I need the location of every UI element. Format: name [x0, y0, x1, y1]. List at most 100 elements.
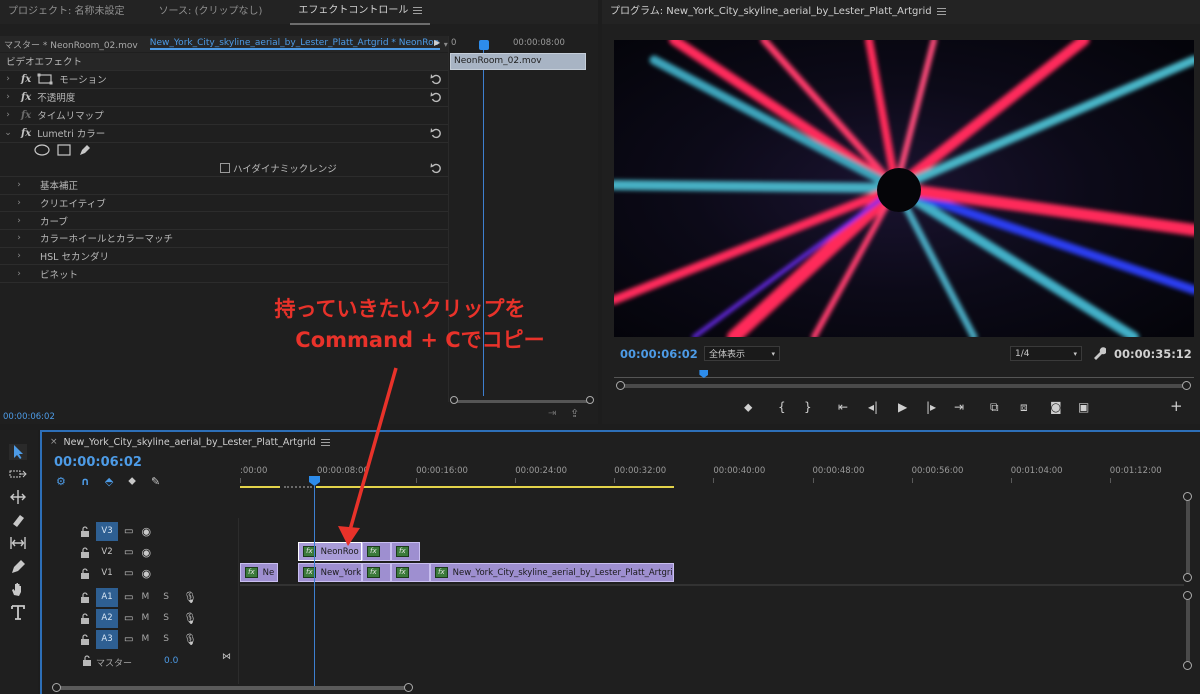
- wrench-icon[interactable]: ✎: [151, 475, 160, 488]
- compare-view-icon[interactable]: ▣: [1078, 400, 1089, 414]
- mute-button[interactable]: M: [141, 613, 149, 623]
- camera-icon[interactable]: ◙: [1050, 400, 1062, 414]
- timeline-v-scrollbar-audio[interactable]: [1186, 596, 1190, 666]
- reset-icon[interactable]: [430, 73, 442, 85]
- step-back-icon[interactable]: ◂|: [868, 400, 878, 414]
- snap-magnet-icon[interactable]: ∩: [81, 475, 90, 488]
- mini-clip-bar[interactable]: NeonRoom_02.mov: [450, 53, 586, 70]
- lock-icon[interactable]: [82, 655, 92, 666]
- solo-button[interactable]: S: [163, 634, 169, 644]
- lumetri-section-row[interactable]: › 基本補正: [0, 177, 448, 195]
- nest-toggle-icon[interactable]: ⚙: [56, 475, 66, 488]
- microphone-icon[interactable]: 🎙: [183, 612, 197, 625]
- work-area-bar[interactable]: [240, 486, 280, 488]
- lock-icon[interactable]: [80, 546, 90, 558]
- effect-row-time-remap[interactable]: › fx タイムリマップ: [0, 107, 448, 125]
- mark-in-icon[interactable]: {: [778, 400, 786, 414]
- program-timecode[interactable]: 00:00:06:02: [620, 347, 698, 361]
- eye-icon[interactable]: ◉: [141, 546, 151, 559]
- play-only-icon[interactable]: ▶: [434, 38, 440, 47]
- microphone-icon[interactable]: 🎙: [183, 633, 197, 646]
- add-button-icon[interactable]: +: [1170, 397, 1183, 415]
- track-target-v1[interactable]: V1: [96, 564, 118, 583]
- sync-lock-icon[interactable]: ▭: [124, 592, 133, 603]
- scroll-handle-left[interactable]: [616, 381, 625, 390]
- effect-row-opacity[interactable]: › fx 不透明度: [0, 89, 448, 107]
- pen-tool-icon[interactable]: [9, 558, 27, 574]
- reset-icon[interactable]: [430, 162, 442, 174]
- linked-selection-icon[interactable]: ⬘: [105, 475, 113, 488]
- clip-v1-segment[interactable]: fx: [362, 563, 391, 582]
- insert-icon[interactable]: ⧉: [990, 400, 999, 415]
- lumetri-section-row[interactable]: › カラーホイールとカラーマッチ: [0, 230, 448, 248]
- video-frame[interactable]: [614, 40, 1194, 337]
- scroll-handle-right[interactable]: [1182, 381, 1191, 390]
- track-target-a1[interactable]: A1: [96, 587, 118, 607]
- sequence-tab-title[interactable]: New_York_City_skyline_aerial_by_Lester_P…: [64, 437, 316, 448]
- master-track-value[interactable]: 0.0: [164, 656, 178, 666]
- master-clip-label[interactable]: マスター * NeonRoom_02.mov: [4, 38, 138, 51]
- tab-effect-controls[interactable]: エフェクトコントロール: [290, 0, 431, 25]
- clip-v1-ne[interactable]: fx Ne: [240, 563, 278, 582]
- overwrite-icon[interactable]: ⧈: [1020, 400, 1028, 415]
- timeline-timecode[interactable]: 00:00:06:02: [54, 455, 142, 470]
- lumetri-section-row[interactable]: › HSL セカンダリ: [0, 248, 448, 266]
- panel-menu-icon[interactable]: [936, 6, 946, 17]
- collapse-master-icon[interactable]: ⋈: [222, 652, 231, 662]
- scroll-handle-left[interactable]: [450, 396, 458, 404]
- filter-icon[interactable]: ⇥: [548, 408, 556, 419]
- razor-tool-icon[interactable]: [9, 512, 27, 528]
- lock-icon[interactable]: [80, 633, 90, 645]
- close-icon[interactable]: ×: [50, 437, 58, 447]
- program-playhead[interactable]: [699, 370, 709, 378]
- hdr-checkbox-row[interactable]: ハイダイナミックレンジ: [220, 161, 337, 175]
- sync-lock-icon[interactable]: ▭: [124, 568, 133, 579]
- lock-icon[interactable]: [80, 612, 90, 624]
- track-target-v3[interactable]: V3: [96, 521, 118, 541]
- effect-row-motion[interactable]: › fx モーション: [0, 71, 448, 89]
- type-tool-icon[interactable]: [9, 604, 27, 620]
- chevron-right-icon[interactable]: ›: [3, 74, 13, 84]
- program-scrub-track[interactable]: [614, 370, 1194, 382]
- chevron-right-icon[interactable]: ›: [14, 269, 24, 279]
- chevron-right-icon[interactable]: ›: [14, 251, 24, 261]
- lumetri-section-row[interactable]: › カーブ: [0, 212, 448, 230]
- mute-button[interactable]: M: [141, 634, 149, 644]
- sequence-clip-label[interactable]: New_York_City_skyline_aerial_by_Lester_P…: [149, 38, 440, 50]
- fx-icon[interactable]: fx: [21, 74, 31, 85]
- rectangle-mask-icon[interactable]: [57, 144, 71, 156]
- effect-row-lumetri[interactable]: ⌄ fx Lumetri カラー: [0, 125, 448, 143]
- go-to-out-icon[interactable]: ⇥: [954, 400, 964, 414]
- solo-button[interactable]: S: [163, 613, 169, 623]
- solo-button[interactable]: S: [163, 592, 169, 602]
- reset-icon[interactable]: [430, 127, 442, 139]
- tab-project[interactable]: プロジェクト: 名称未設定: [0, 0, 133, 24]
- hdr-checkbox[interactable]: [220, 163, 230, 173]
- sync-lock-icon[interactable]: ▭: [124, 526, 133, 537]
- add-marker-icon[interactable]: ⬥: [744, 400, 752, 415]
- export-icon[interactable]: ⇪: [570, 407, 579, 420]
- mini-playhead-marker[interactable]: [479, 40, 489, 50]
- eye-icon[interactable]: ◉: [141, 567, 151, 580]
- pen-mask-icon[interactable]: [78, 143, 92, 157]
- lumetri-section-row[interactable]: › ビネット: [0, 266, 448, 283]
- tab-program[interactable]: プログラム: New_York_City_skyline_aerial_by_L…: [602, 0, 954, 24]
- chevron-down-icon[interactable]: ⌄: [3, 128, 13, 138]
- add-marker-icon[interactable]: ⬥: [128, 474, 136, 488]
- microphone-icon[interactable]: 🎙: [183, 591, 197, 604]
- lock-icon[interactable]: [80, 567, 90, 579]
- eye-icon[interactable]: ◉: [141, 525, 151, 538]
- track-select-tool-icon[interactable]: [9, 466, 27, 482]
- fx-icon[interactable]: fx: [21, 92, 31, 103]
- step-forward-icon[interactable]: |▸: [926, 400, 936, 414]
- fx-icon[interactable]: fx: [21, 128, 31, 139]
- chevron-right-icon[interactable]: ›: [14, 216, 24, 226]
- zoom-select[interactable]: 全体表示 ▾: [704, 346, 780, 361]
- chevron-right-icon[interactable]: ›: [14, 233, 24, 243]
- timeline-v-scrollbar-video[interactable]: [1186, 496, 1190, 578]
- wrench-icon[interactable]: [1092, 346, 1106, 360]
- track-target-a2[interactable]: A2: [96, 608, 118, 628]
- ellipse-mask-icon[interactable]: [34, 144, 50, 156]
- play-icon[interactable]: ▶: [898, 400, 907, 414]
- transform-icon[interactable]: [37, 73, 53, 85]
